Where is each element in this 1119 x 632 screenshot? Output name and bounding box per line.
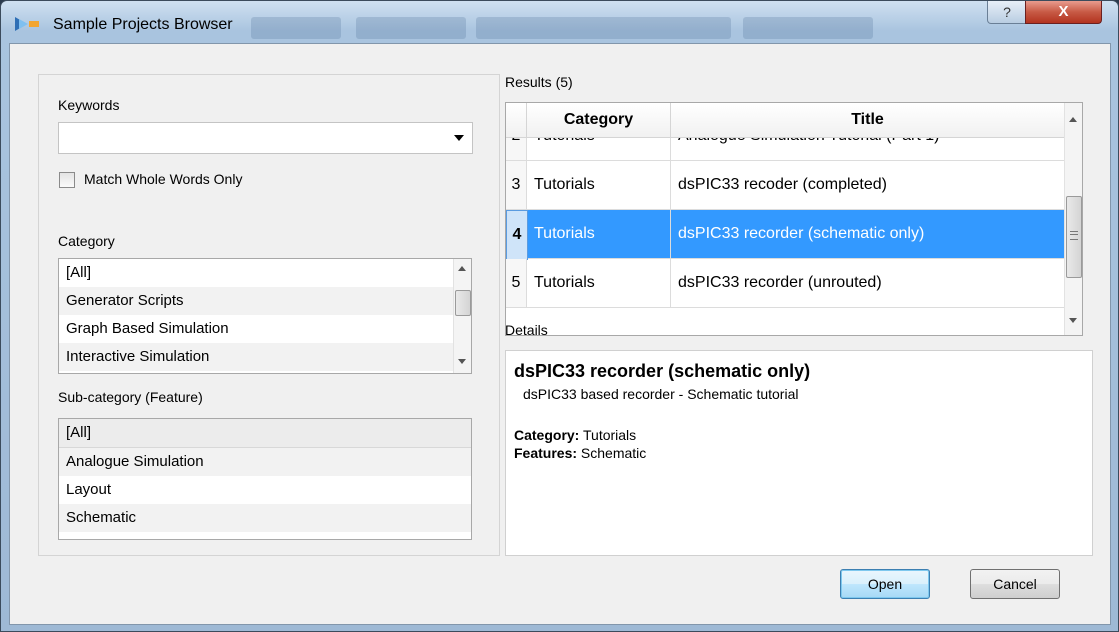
details-label: Details bbox=[505, 322, 548, 338]
category-item[interactable]: Interactive Simulation bbox=[59, 343, 471, 371]
scroll-up-icon[interactable] bbox=[458, 266, 466, 271]
table-row[interactable]: 3 Tutorials dsPIC33 recoder (completed) bbox=[506, 161, 1064, 210]
scroll-down-icon[interactable] bbox=[1069, 318, 1077, 323]
details-features-line: Features: Schematic bbox=[514, 445, 646, 461]
row-number: 5 bbox=[506, 259, 527, 307]
category-scrollbar[interactable] bbox=[453, 259, 471, 373]
table-row[interactable]: 5 Tutorials dsPIC33 recorder (unrouted) bbox=[506, 259, 1064, 308]
subcategory-list[interactable]: [All] Analogue Simulation Layout Schemat… bbox=[58, 418, 472, 540]
subcategory-item[interactable]: [All] bbox=[59, 419, 471, 448]
table-row[interactable]: 2 Tutorials Analogue Simulation Tutorial… bbox=[506, 138, 1064, 161]
row-title: dsPIC33 recorder (schematic only) bbox=[678, 225, 925, 242]
keywords-combobox[interactable] bbox=[58, 122, 473, 154]
scrollbar-thumb[interactable] bbox=[1066, 196, 1082, 278]
scroll-down-icon[interactable] bbox=[458, 359, 466, 364]
row-title: dsPIC33 recoder (completed) bbox=[678, 176, 887, 193]
details-features-key: Features: bbox=[514, 445, 578, 461]
app-icon bbox=[15, 15, 41, 33]
help-button[interactable]: ? bbox=[987, 1, 1027, 24]
row-category: Tutorials bbox=[534, 210, 671, 258]
filter-panel: Keywords Match Whole Words Only Category… bbox=[38, 74, 500, 556]
results-label: Results (5) bbox=[505, 74, 573, 90]
details-category-value: Tutorials bbox=[583, 427, 637, 443]
keywords-label: Keywords bbox=[58, 97, 120, 113]
row-title: Analogue Simulation Tutorial (Part 1) bbox=[678, 138, 1058, 160]
row-number: 4 bbox=[506, 210, 528, 260]
table-row-selected[interactable]: 4 Tutorials dsPIC33 recorder (schematic … bbox=[506, 210, 1064, 260]
category-item[interactable]: Generator Scripts bbox=[59, 287, 471, 315]
results-scrollbar[interactable] bbox=[1064, 103, 1082, 335]
subcategory-item[interactable]: Analogue Simulation bbox=[59, 448, 471, 476]
row-number-header bbox=[506, 103, 527, 138]
dialog-window: Sample Projects Browser ? X Keywords Mat… bbox=[0, 0, 1119, 632]
background-ghost bbox=[743, 17, 873, 39]
background-ghost bbox=[251, 17, 341, 39]
background-ghost bbox=[356, 17, 466, 39]
open-button[interactable]: Open bbox=[840, 569, 930, 599]
scrollbar-thumb[interactable] bbox=[455, 290, 471, 316]
window-title: Sample Projects Browser bbox=[53, 16, 233, 33]
grip-icon bbox=[1070, 231, 1078, 240]
row-category: Tutorials bbox=[534, 259, 671, 307]
title-bar[interactable]: Sample Projects Browser ? X bbox=[1, 1, 1118, 42]
subcategory-item[interactable]: Schematic bbox=[59, 504, 471, 532]
details-title: dsPIC33 recorder (schematic only) bbox=[514, 361, 811, 381]
category-item[interactable]: Graph Based Simulation bbox=[59, 315, 471, 343]
details-category-key: Category: bbox=[514, 427, 580, 443]
background-ghost bbox=[476, 17, 731, 39]
category-list[interactable]: [All] Generator Scripts Graph Based Simu… bbox=[58, 258, 472, 374]
row-category: Tutorials bbox=[534, 138, 671, 160]
cancel-button[interactable]: Cancel bbox=[970, 569, 1060, 599]
row-number: 3 bbox=[506, 161, 527, 209]
dropdown-arrow-icon[interactable] bbox=[454, 135, 464, 141]
scroll-up-icon[interactable] bbox=[1069, 117, 1077, 122]
match-whole-words-label[interactable]: Match Whole Words Only bbox=[84, 171, 242, 187]
details-panel: dsPIC33 recorder (schematic only) dsPIC3… bbox=[505, 350, 1093, 556]
column-header-title[interactable]: Title bbox=[671, 103, 1065, 138]
subcategory-label: Sub-category (Feature) bbox=[58, 389, 203, 405]
grip-icon-line bbox=[1070, 234, 1078, 235]
details-category-line: Category: Tutorials bbox=[514, 427, 636, 443]
row-title: dsPIC33 recorder (unrouted) bbox=[678, 274, 882, 291]
close-button[interactable]: X bbox=[1025, 1, 1102, 24]
details-description: dsPIC33 based recorder - Schematic tutor… bbox=[523, 386, 799, 402]
subcategory-item[interactable]: Layout bbox=[59, 476, 471, 504]
row-category: Tutorials bbox=[534, 161, 671, 209]
category-item[interactable]: [All] bbox=[59, 259, 471, 287]
results-table[interactable]: Category Title 2 Tutorials Analogue Simu… bbox=[505, 102, 1083, 336]
category-label: Category bbox=[58, 233, 115, 249]
column-header-category[interactable]: Category bbox=[527, 103, 671, 138]
match-whole-words-checkbox[interactable] bbox=[59, 172, 75, 188]
dialog-client-area: Keywords Match Whole Words Only Category… bbox=[9, 43, 1111, 625]
details-features-value: Schematic bbox=[580, 445, 647, 461]
row-number: 2 bbox=[506, 138, 527, 160]
